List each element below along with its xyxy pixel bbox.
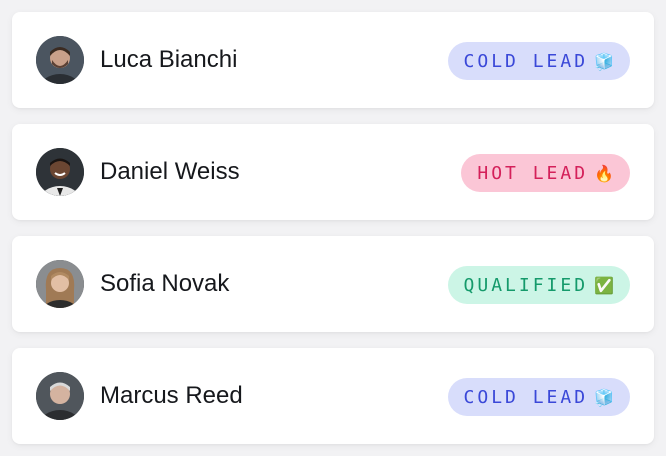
lead-name: Sofia Novak — [100, 270, 230, 297]
lead-name: Marcus Reed — [100, 382, 243, 409]
lead-name: Luca Bianchi — [100, 46, 238, 73]
lead-card[interactable]: Daniel Weiss HOT LEAD 🔥 — [12, 124, 654, 220]
status-badge: QUALIFIED ✅ — [447, 266, 630, 304]
status-label: QUALIFIED — [463, 274, 589, 296]
status-label: COLD LEAD — [463, 50, 589, 72]
avatar — [36, 36, 84, 84]
lead-card[interactable]: Sofia Novak QUALIFIED ✅ — [12, 236, 654, 332]
lead-name: Daniel Weiss — [100, 158, 240, 185]
ice-cube-icon: 🧊 — [594, 51, 614, 71]
avatar — [36, 148, 84, 196]
lead-list: Luca Bianchi COLD LEAD 🧊 Daniel Weiss HO… — [0, 0, 666, 456]
avatar — [36, 260, 84, 308]
status-label: COLD LEAD — [463, 386, 589, 408]
check-mark-icon: ✅ — [594, 275, 614, 295]
status-badge: COLD LEAD 🧊 — [447, 42, 630, 80]
lead-card[interactable]: Luca Bianchi COLD LEAD 🧊 — [12, 12, 654, 108]
status-badge: HOT LEAD 🔥 — [461, 154, 630, 192]
lead-card[interactable]: Marcus Reed COLD LEAD 🧊 — [12, 348, 654, 444]
avatar-man-older-icon — [36, 372, 84, 420]
avatar-man-beard-icon — [36, 36, 84, 84]
avatar-man-smiling-icon — [36, 148, 84, 196]
avatar-woman-icon — [36, 260, 84, 308]
status-badge: COLD LEAD 🧊 — [447, 378, 630, 416]
ice-cube-icon: 🧊 — [594, 387, 614, 407]
status-label: HOT LEAD — [477, 162, 589, 184]
avatar — [36, 372, 84, 420]
fire-icon: 🔥 — [594, 163, 614, 183]
